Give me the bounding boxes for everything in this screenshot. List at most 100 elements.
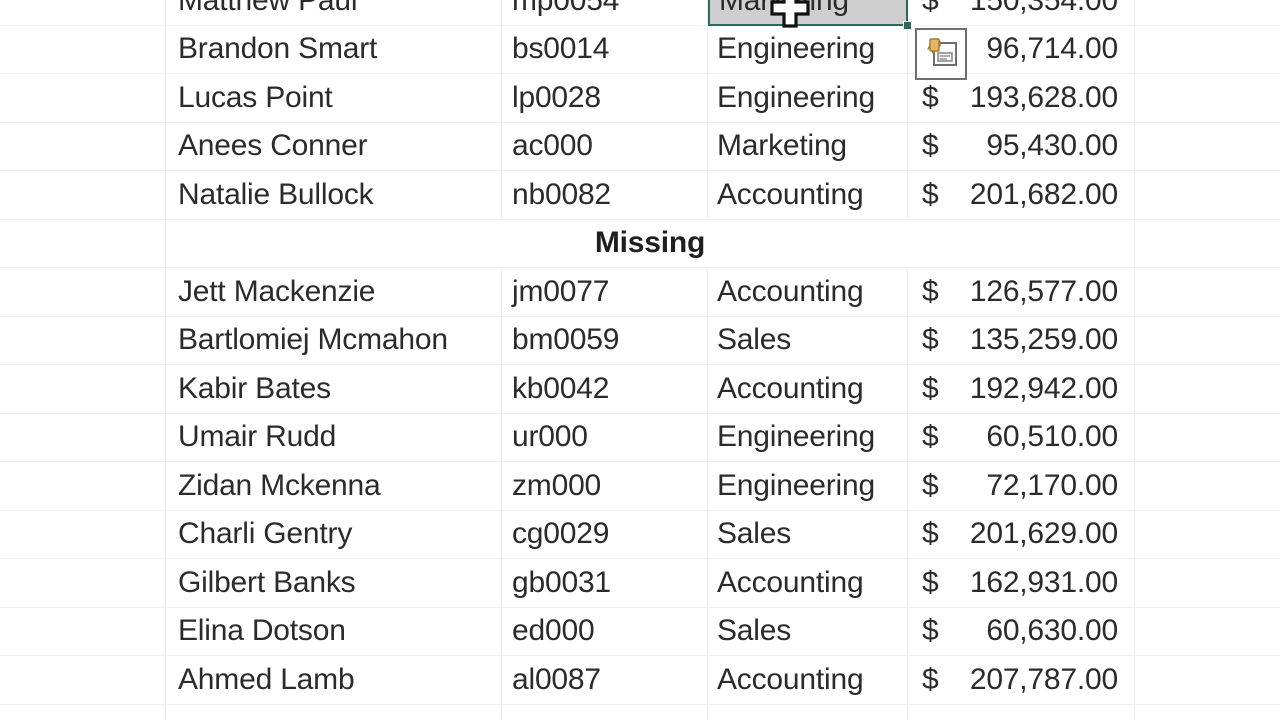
empty-cell-left[interactable] bbox=[0, 704, 166, 720]
cell-name[interactable] bbox=[166, 704, 502, 720]
cell-salary[interactable] bbox=[908, 704, 1135, 720]
table-row[interactable]: Elina Dotson ed000 Sales $60,630.00 bbox=[0, 607, 1280, 656]
cell-department[interactable]: Engineering bbox=[708, 462, 908, 510]
table-row[interactable]: Charli Gentry cg0029 Sales $201,629.00 bbox=[0, 510, 1280, 559]
cell-salary[interactable]: $126,577.00 bbox=[908, 268, 1135, 316]
empty-cell-right[interactable] bbox=[1135, 317, 1280, 365]
cell-department[interactable]: Sales bbox=[708, 510, 908, 558]
cell-department[interactable]: Sales bbox=[708, 607, 908, 655]
cell-employee-id[interactable]: ur000 bbox=[502, 413, 708, 461]
table-row[interactable]: Lucas Point lp0028 Engineering $193,628.00 bbox=[0, 74, 1280, 123]
cell-name[interactable]: Ahmed Lamb bbox=[166, 656, 502, 704]
cell-name[interactable]: Umair Rudd bbox=[166, 413, 502, 461]
cell-salary[interactable]: $135,259.00 bbox=[908, 316, 1135, 364]
table-row[interactable] bbox=[0, 704, 1280, 720]
cell-salary[interactable]: $95,430.00 bbox=[908, 122, 1135, 170]
empty-cell-left[interactable] bbox=[0, 559, 166, 607]
table-row[interactable]: Anees Conner ac000 Marketing $95,430.00 bbox=[0, 122, 1280, 171]
cell-salary[interactable]: $193,628.00 bbox=[908, 74, 1135, 122]
empty-cell-left[interactable] bbox=[0, 171, 166, 219]
cell-department[interactable]: Engineering bbox=[708, 25, 908, 73]
cell-department[interactable]: Accounting bbox=[708, 268, 908, 316]
separator-row[interactable]: Missing bbox=[0, 219, 1280, 268]
empty-cell-right[interactable] bbox=[1135, 462, 1280, 510]
cell-employee-id[interactable]: zm000 bbox=[502, 462, 708, 510]
empty-cell-left[interactable] bbox=[0, 656, 166, 704]
cell-name[interactable]: Matthew Paul bbox=[166, 0, 502, 25]
empty-cell-right[interactable] bbox=[1135, 26, 1280, 74]
empty-cell-left[interactable] bbox=[0, 413, 166, 461]
empty-cell-left[interactable] bbox=[0, 122, 166, 170]
cell-salary[interactable]: $201,629.00 bbox=[908, 510, 1135, 558]
cell-salary[interactable]: $192,942.00 bbox=[908, 365, 1135, 413]
table-row[interactable]: Kabir Bates kb0042 Accounting $192,942.00 bbox=[0, 365, 1280, 414]
cell-salary[interactable]: $72,170.00 bbox=[908, 462, 1135, 510]
empty-cell-left[interactable] bbox=[0, 462, 166, 510]
empty-cell-left[interactable] bbox=[0, 219, 166, 267]
empty-cell-right[interactable] bbox=[1135, 0, 1280, 25]
cell-salary[interactable]: $150,354.00 bbox=[908, 0, 1135, 25]
empty-cell-right[interactable] bbox=[1135, 268, 1280, 316]
cell-name[interactable]: Charli Gentry bbox=[166, 510, 502, 558]
cell-department[interactable]: Sales bbox=[708, 316, 908, 364]
empty-cell-right[interactable] bbox=[1135, 123, 1280, 171]
cell-employee-id[interactable]: jm0077 bbox=[502, 268, 708, 316]
cell-name[interactable]: Elina Dotson bbox=[166, 607, 502, 655]
cell-employee-id[interactable]: kb0042 bbox=[502, 365, 708, 413]
empty-cell-left[interactable] bbox=[0, 0, 166, 25]
cell-department[interactable]: Marketing bbox=[708, 122, 908, 170]
cell-salary[interactable]: $60,630.00 bbox=[908, 607, 1135, 655]
cell-department[interactable]: Accounting bbox=[708, 365, 908, 413]
cell-department[interactable]: Accounting bbox=[708, 171, 908, 219]
empty-cell-left[interactable] bbox=[0, 74, 166, 122]
table-row[interactable]: Umair Rudd ur000 Engineering $60,510.00 bbox=[0, 413, 1280, 462]
fill-handle[interactable] bbox=[903, 20, 912, 30]
cell-employee-id[interactable]: lp0028 bbox=[502, 74, 708, 122]
cell-department[interactable]: Accounting bbox=[708, 656, 908, 704]
cell-employee-id[interactable] bbox=[502, 704, 708, 720]
cell-name[interactable]: Gilbert Banks bbox=[166, 559, 502, 607]
table-row[interactable]: Bartlomiej Mcmahon bm0059 Sales $135,259.00 bbox=[0, 316, 1280, 365]
empty-cell-left[interactable] bbox=[0, 316, 166, 364]
cell-salary[interactable]: $207,787.00 bbox=[908, 656, 1135, 704]
empty-cell-right[interactable] bbox=[1135, 608, 1280, 656]
cell-employee-id[interactable]: ed000 bbox=[502, 607, 708, 655]
empty-cell-left[interactable] bbox=[0, 25, 166, 73]
table-row[interactable]: Zidan Mckenna zm000 Engineering $72,170.00 bbox=[0, 462, 1280, 511]
table-row[interactable]: Brandon Smart bs0014 Engineering 96,714.00 bbox=[0, 25, 1280, 74]
table-row[interactable]: Natalie Bullock nb0082 Accounting $201,682.… bbox=[0, 171, 1280, 220]
cell-name[interactable]: Brandon Smart bbox=[166, 25, 502, 73]
empty-cell-right[interactable] bbox=[1135, 705, 1280, 720]
cell-name[interactable]: Anees Conner bbox=[166, 122, 502, 170]
paste-options-button[interactable] bbox=[915, 28, 967, 80]
table-row[interactable]: Jett Mackenzie jm0077 Accounting $126,577.0… bbox=[0, 268, 1280, 317]
cell-salary[interactable]: $60,510.00 bbox=[908, 413, 1135, 461]
cell-name[interactable]: Jett Mackenzie bbox=[166, 268, 502, 316]
empty-cell-left[interactable] bbox=[0, 510, 166, 558]
empty-cell-right[interactable] bbox=[1135, 365, 1280, 413]
empty-cell-right[interactable] bbox=[1135, 511, 1280, 559]
cell-employee-id[interactable]: bm0059 bbox=[502, 316, 708, 364]
empty-cell-right[interactable] bbox=[1135, 171, 1280, 219]
cell-department[interactable]: Engineering bbox=[708, 413, 908, 461]
cell-department[interactable] bbox=[708, 704, 908, 720]
cell-salary[interactable]: $162,931.00 bbox=[908, 559, 1135, 607]
cell-employee-id[interactable]: gb0031 bbox=[502, 559, 708, 607]
cell-department[interactable]: Engineering bbox=[708, 74, 908, 122]
cell-name[interactable]: Zidan Mckenna bbox=[166, 462, 502, 510]
empty-cell-right[interactable] bbox=[1135, 414, 1280, 462]
empty-cell-left[interactable] bbox=[0, 268, 166, 316]
cell-employee-id[interactable]: cg0029 bbox=[502, 510, 708, 558]
cell-name[interactable]: Natalie Bullock bbox=[166, 171, 502, 219]
empty-cell-right[interactable] bbox=[1135, 220, 1280, 268]
cell-employee-id[interactable]: al0087 bbox=[502, 656, 708, 704]
cell-name[interactable]: Kabir Bates bbox=[166, 365, 502, 413]
cell-employee-id[interactable]: bs0014 bbox=[502, 25, 708, 73]
cell-employee-id[interactable]: nb0082 bbox=[502, 171, 708, 219]
table-row[interactable]: Ahmed Lamb al0087 Accounting $207,787.00 bbox=[0, 656, 1280, 705]
cell-employee-id[interactable]: mp0054 bbox=[502, 0, 708, 25]
merged-separator-label[interactable]: Missing bbox=[166, 219, 1135, 267]
empty-cell-right[interactable] bbox=[1135, 559, 1280, 607]
table-row[interactable]: Gilbert Banks gb0031 Accounting $162,931.00 bbox=[0, 559, 1280, 608]
cell-name[interactable]: Lucas Point bbox=[166, 74, 502, 122]
